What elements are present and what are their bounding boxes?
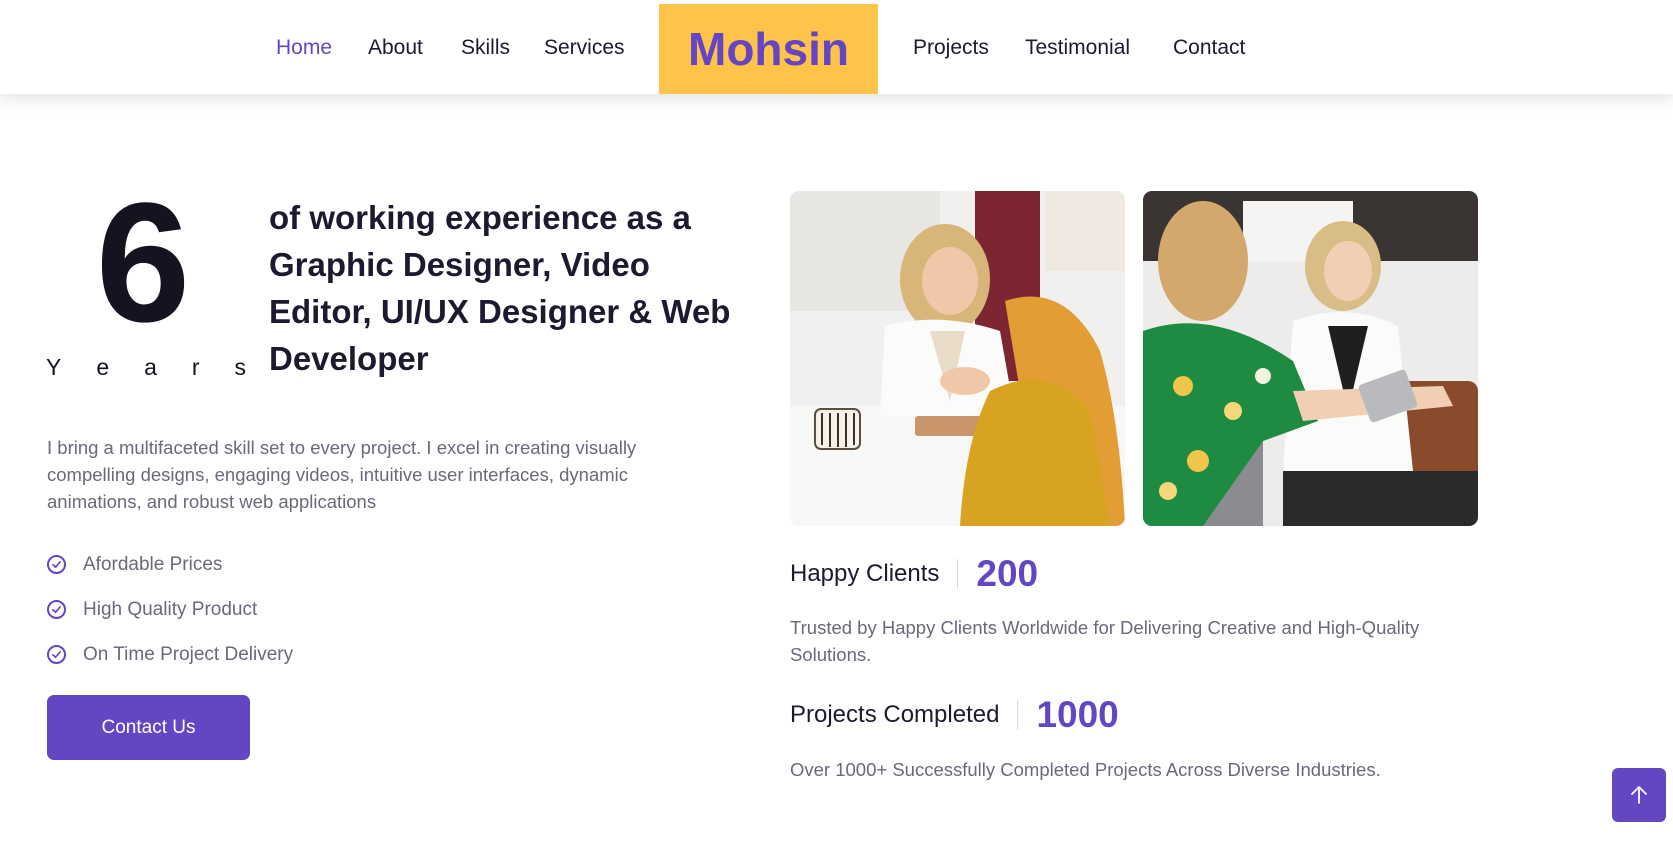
experience-headline: of working experience as a Graphic Desig… [269,199,731,377]
brand-logo[interactable]: Mohsin [659,4,878,94]
happy-clients-description: Trusted by Happy Clients Worldwide for D… [790,617,1420,665]
contact-us-button[interactable]: Contact Us [47,695,250,760]
feature-label: High Quality Product [83,598,258,620]
years-letter: e [96,354,110,380]
check-circle-icon [47,600,66,619]
nav-home[interactable]: Home [276,36,332,60]
scroll-to-top-button[interactable] [1612,768,1666,822]
meeting-photo [1143,191,1478,526]
nav-services[interactable]: Services [544,36,625,60]
years-letter: a [144,354,157,380]
happy-clients-stat: Happy Clients 200 [790,553,1038,595]
years-number: 6 [95,168,191,358]
nav-skills[interactable]: Skills [461,36,510,60]
nav-projects[interactable]: Projects [913,36,989,60]
years-letter: Y [46,354,62,380]
projects-completed-stat: Projects Completed 1000 [790,694,1119,736]
stat-value: 200 [976,553,1039,594]
handshake-photo [790,191,1125,526]
stat-divider [1017,700,1019,730]
years-letter: s [234,354,246,380]
nav-testimonial[interactable]: Testimonial [1025,36,1130,60]
intro-paragraph: I bring a multifaceted skill set to ever… [47,437,637,512]
nav-about[interactable]: About [368,36,423,60]
site-header: Home About Skills Services Mohsin Projec… [0,0,1673,94]
check-circle-icon [47,555,66,574]
stat-label: Happy Clients [790,560,940,587]
projects-completed-description: Over 1000+ Successfully Completed Projec… [790,759,1381,780]
arrow-up-icon [1628,784,1650,806]
check-circle-icon [47,645,66,664]
feature-item: High Quality Product [47,587,293,632]
feature-item: On Time Project Delivery [47,632,293,677]
years-letter: r [191,354,200,380]
stat-label: Projects Completed [790,701,1000,728]
stat-value: 1000 [1036,694,1119,735]
stat-divider [957,559,959,589]
feature-item: Afordable Prices [47,542,293,587]
years-label: Y e a r s [46,354,246,381]
nav-contact[interactable]: Contact [1173,36,1245,60]
feature-list: Afordable Prices High Quality Product On… [47,542,293,677]
feature-label: On Time Project Delivery [83,643,294,665]
feature-label: Afordable Prices [83,553,223,575]
